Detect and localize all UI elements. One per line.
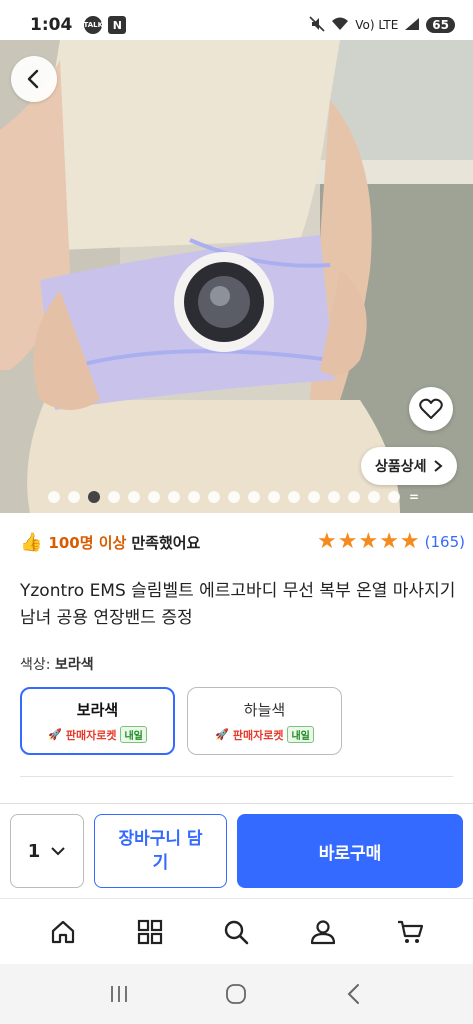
- recent-apps-button[interactable]: [97, 972, 141, 1016]
- bottom-navigation: [0, 898, 473, 964]
- carousel-dot[interactable]: [368, 491, 380, 503]
- carousel-dot[interactable]: [188, 491, 200, 503]
- carousel-indicator: =: [48, 490, 420, 504]
- carousel-dot[interactable]: [308, 491, 320, 503]
- seller-rocket-label: 판매자로켓: [232, 728, 284, 742]
- carousel-dot[interactable]: [168, 491, 180, 503]
- carousel-dot[interactable]: [348, 491, 360, 503]
- option-label-key: 색상:: [20, 657, 51, 673]
- recent-apps-icon: [110, 986, 127, 1002]
- rocket-icon: 🚀: [48, 728, 62, 741]
- home-icon: [52, 920, 75, 943]
- carousel-dot[interactable]: [268, 491, 280, 503]
- talk-notification-icon: TALK: [84, 16, 103, 34]
- back-arrow-icon: [347, 984, 360, 1004]
- product-image-carousel[interactable]: [0, 40, 473, 513]
- seller-rocket-label: 판매자로켓: [65, 728, 117, 742]
- home-circle-icon: [226, 984, 247, 1004]
- product-detail-label: 상품상세: [375, 459, 427, 475]
- star-icon: ★: [358, 529, 379, 554]
- chevron-left-icon: [27, 69, 39, 89]
- carousel-dot[interactable]: [328, 491, 340, 503]
- star-icon: ★: [399, 529, 420, 554]
- divider: [20, 776, 453, 777]
- option-name: 보라색: [76, 701, 119, 719]
- network-type: Vo) LTE: [355, 18, 399, 32]
- carousel-dot[interactable]: [148, 491, 160, 503]
- status-notification-icons: TALK N: [84, 16, 127, 34]
- wishlist-button[interactable]: [409, 387, 453, 431]
- battery-level: 65: [426, 17, 455, 33]
- option-label: 색상: 보라색: [20, 654, 94, 674]
- star-icon: ★: [379, 529, 399, 554]
- buy-now-button[interactable]: 바로구매: [237, 814, 463, 888]
- chevron-right-icon: [433, 460, 443, 472]
- carousel-dot[interactable]: [48, 491, 60, 503]
- status-time: 1:04: [30, 15, 73, 35]
- nav-my[interactable]: [298, 907, 348, 957]
- carousel-dot[interactable]: [228, 491, 240, 503]
- cart-icon: [397, 920, 423, 943]
- delivery-badge: 내일: [287, 726, 314, 743]
- wifi-icon: [331, 16, 349, 35]
- system-navigation: [0, 964, 473, 1024]
- nav-cart[interactable]: [385, 907, 435, 957]
- star-icon: ★: [316, 529, 337, 554]
- carousel-dot[interactable]: [288, 491, 300, 503]
- carousel-more-icon: =: [408, 490, 420, 504]
- nav-category[interactable]: [125, 907, 175, 957]
- naver-notification-icon: N: [108, 16, 127, 34]
- product-title: Yzontro EMS 슬림벨트 에르고바디 무선 복부 온열 마사지기 남녀 …: [20, 581, 456, 628]
- profile-icon: [310, 919, 336, 944]
- review-count[interactable]: (165): [425, 533, 465, 551]
- home-system-button[interactable]: [214, 972, 258, 1016]
- option-delivery-tags: 🚀 판매자로켓 내일: [215, 726, 314, 743]
- option-name: 하늘색: [243, 701, 286, 719]
- satisfaction-row: 👍 100명 이상 만족했어요 ★ ★ ★ ★ ★ (165): [20, 527, 465, 557]
- status-system-icons: Vo) LTE 65: [309, 15, 455, 35]
- carousel-dot[interactable]: [108, 491, 120, 503]
- back-button[interactable]: [11, 56, 57, 102]
- carousel-dot[interactable]: [88, 491, 100, 503]
- carousel-dot[interactable]: [208, 491, 220, 503]
- delivery-badge: 내일: [120, 726, 147, 743]
- carousel-dot[interactable]: [248, 491, 260, 503]
- carousel-dot[interactable]: [68, 491, 80, 503]
- option-label-value: 보라색: [54, 657, 94, 673]
- heart-icon: [419, 398, 443, 419]
- rocket-icon: 🚀: [215, 728, 229, 741]
- option-purple[interactable]: 보라색 🚀 판매자로켓 내일: [20, 687, 175, 755]
- system-back-button[interactable]: [332, 972, 376, 1016]
- add-to-cart-button[interactable]: 장바구니 담기: [94, 814, 227, 888]
- rating-link[interactable]: ★ ★ ★ ★ ★ (165): [317, 531, 465, 553]
- nav-search[interactable]: [211, 907, 261, 957]
- category-icon: [137, 919, 162, 944]
- option-skyblue[interactable]: 하늘색 🚀 판매자로켓 내일: [187, 687, 342, 755]
- carousel-dot[interactable]: [128, 491, 140, 503]
- product-photo: [0, 40, 473, 513]
- quantity-select[interactable]: 1: [10, 814, 84, 888]
- mute-icon: [309, 15, 325, 35]
- nav-home[interactable]: [38, 907, 88, 957]
- signal-icon: [404, 17, 420, 34]
- product-detail-button[interactable]: 상품상세: [361, 447, 457, 485]
- thumbs-up-icon: 👍: [20, 531, 43, 553]
- star-icon: ★: [337, 529, 358, 554]
- satisfied-text: 만족했어요: [131, 533, 201, 552]
- quantity-value: 1: [27, 840, 41, 862]
- search-icon: [225, 920, 249, 944]
- carousel-dot[interactable]: [388, 491, 400, 503]
- chevron-down-icon: [51, 847, 65, 856]
- option-delivery-tags: 🚀 판매자로켓 내일: [48, 726, 147, 743]
- satisfied-count: 100명 이상: [48, 533, 127, 552]
- purchase-bar: 1 장바구니 담기 바로구매: [0, 803, 473, 898]
